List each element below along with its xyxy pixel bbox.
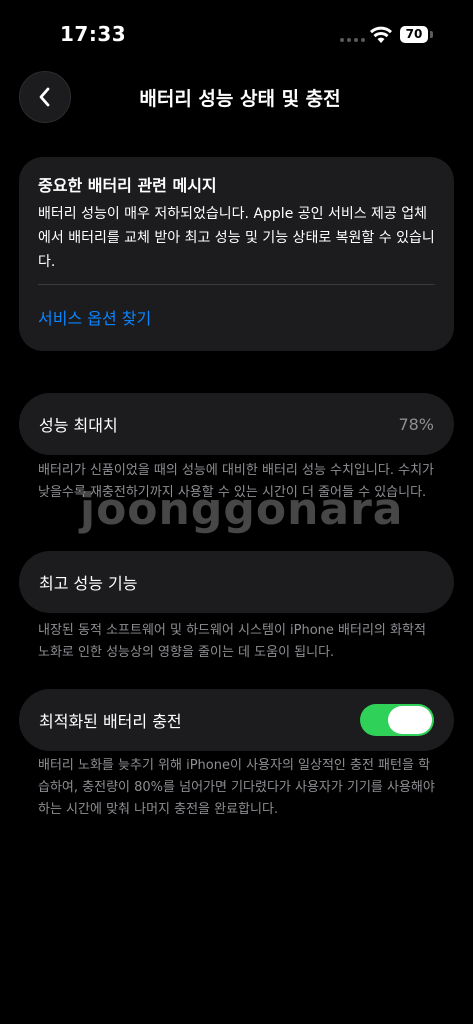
- battery-message-card: 중요한 배터리 관련 메시지 배터리 성능이 매우 저하되었습니다. Apple…: [19, 157, 454, 351]
- battery-tip: [430, 31, 433, 38]
- peak-performance-row[interactable]: 최고 성능 기능: [19, 551, 454, 613]
- message-title: 중요한 배터리 관련 메시지: [38, 176, 217, 195]
- peak-performance-label: 최고 성능 기능: [39, 574, 138, 593]
- max-capacity-value: 78%: [398, 414, 434, 434]
- back-button[interactable]: [19, 71, 71, 123]
- chevron-left-icon: [39, 87, 50, 107]
- optimized-charging-row: 최적화된 배터리 충전: [19, 689, 454, 751]
- cellular-signal-icon: [340, 38, 365, 42]
- max-capacity-footnote: 배터리가 신품이었을 때의 성능에 대비한 배터리 성능 수치입니다. 수치가 …: [38, 463, 434, 500]
- peak-performance-footnote: 내장된 동적 소프트웨어 및 하드웨어 시스템이 iPhone 배터리의 화학적…: [38, 623, 426, 660]
- max-capacity-row: 성능 최대치 78%: [19, 393, 454, 455]
- service-options-link[interactable]: 서비스 옵션 찾기: [38, 305, 435, 329]
- message-body: 배터리 성능이 매우 저하되었습니다. Apple 공인 서비스 제공 업체에서…: [38, 206, 435, 270]
- optimized-charging-footnote: 배터리 노화를 늦추기 위해 iPhone이 사용자의 일상적인 충전 패턴을 …: [38, 758, 435, 817]
- status-time: 17:33: [60, 22, 127, 46]
- battery-icon: 70: [400, 26, 428, 43]
- divider: [38, 284, 435, 285]
- max-capacity-label: 성능 최대치: [39, 416, 118, 435]
- optimized-charging-label: 최적화된 배터리 충전: [39, 712, 182, 731]
- optimized-charging-toggle[interactable]: [360, 704, 434, 736]
- status-bar: 17:33 70: [0, 0, 473, 60]
- wifi-icon: [370, 26, 392, 43]
- toggle-knob: [388, 706, 432, 734]
- page-title: 배터리 성능 상태 및 충전: [139, 88, 341, 110]
